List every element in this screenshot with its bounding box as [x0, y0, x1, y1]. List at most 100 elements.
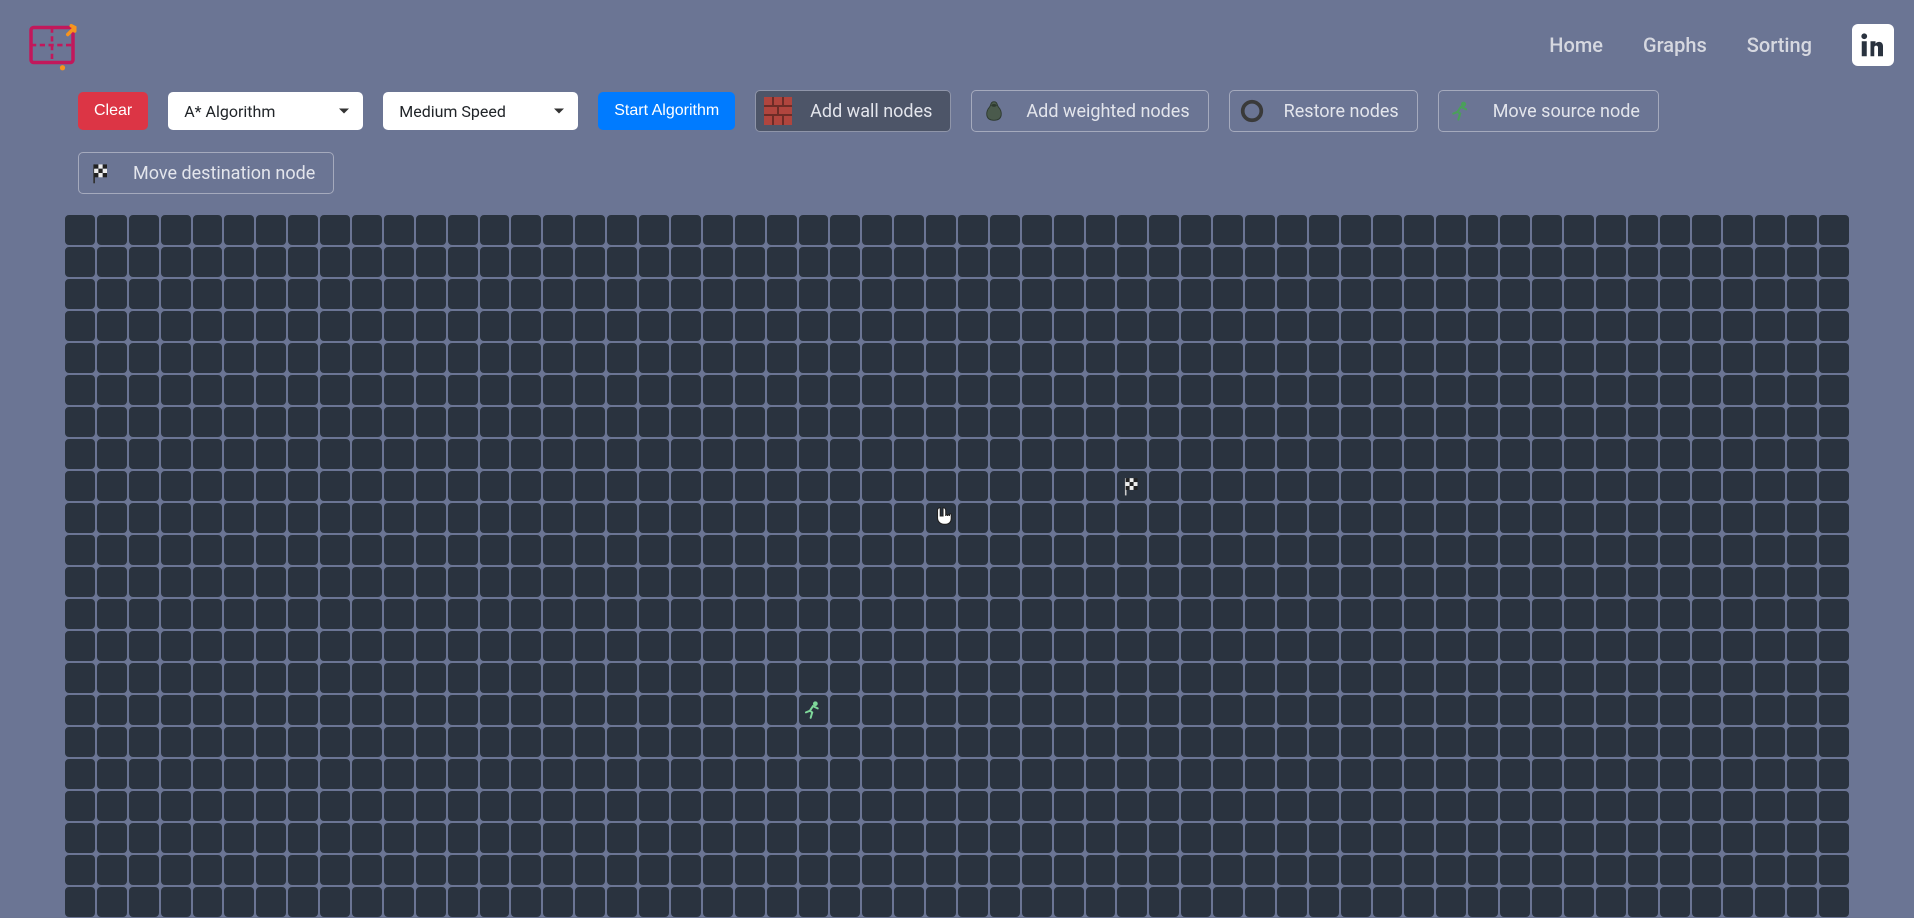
grid-cell[interactable] — [893, 214, 925, 246]
grid-cell[interactable] — [1212, 470, 1244, 502]
grid-cell[interactable] — [1116, 694, 1148, 726]
grid-cell[interactable] — [1818, 854, 1850, 886]
grid-cell[interactable] — [447, 470, 479, 502]
grid-cell[interactable] — [96, 630, 128, 662]
grid-cell[interactable] — [1053, 310, 1085, 342]
grid-cell[interactable] — [1818, 342, 1850, 374]
grid-cell[interactable] — [1244, 566, 1276, 598]
grid-cell[interactable] — [957, 598, 989, 630]
grid-cell[interactable] — [510, 310, 542, 342]
grid-cell[interactable] — [829, 406, 861, 438]
grid-cell[interactable] — [1372, 342, 1404, 374]
grid-cell[interactable] — [96, 598, 128, 630]
grid-cell[interactable] — [734, 534, 766, 566]
grid-cell[interactable] — [383, 630, 415, 662]
grid-cell[interactable] — [1403, 662, 1435, 694]
grid-cell[interactable] — [255, 278, 287, 310]
grid-cell[interactable] — [1435, 630, 1467, 662]
grid-cell[interactable] — [351, 598, 383, 630]
grid-cell[interactable] — [893, 822, 925, 854]
grid-cell[interactable] — [1531, 854, 1563, 886]
grid-cell[interactable] — [957, 822, 989, 854]
grid-cell[interactable] — [957, 502, 989, 534]
grid-cell[interactable] — [1499, 822, 1531, 854]
grid-cell[interactable] — [734, 342, 766, 374]
grid-cell[interactable] — [574, 278, 606, 310]
grid-cell[interactable] — [1818, 694, 1850, 726]
grid-cell[interactable] — [1659, 854, 1691, 886]
grid-cell[interactable] — [574, 438, 606, 470]
grid-cell[interactable] — [989, 822, 1021, 854]
grid-cell[interactable] — [766, 246, 798, 278]
grid-cell[interactable] — [829, 662, 861, 694]
grid-cell[interactable] — [1595, 214, 1627, 246]
grid-cell[interactable] — [1085, 630, 1117, 662]
grid-cell[interactable] — [1754, 374, 1786, 406]
grid-cell[interactable] — [255, 598, 287, 630]
grid-cell[interactable] — [1308, 470, 1340, 502]
grid-cell[interactable] — [1180, 342, 1212, 374]
grid-cell[interactable] — [1244, 886, 1276, 918]
grid-cell[interactable] — [1340, 854, 1372, 886]
grid-cell[interactable] — [192, 470, 224, 502]
grid-cell[interactable] — [861, 630, 893, 662]
grid-cell[interactable] — [957, 406, 989, 438]
grid-cell[interactable] — [766, 374, 798, 406]
grid-cell[interactable] — [223, 662, 255, 694]
grid-cell[interactable] — [989, 438, 1021, 470]
grid-cell[interactable] — [1180, 758, 1212, 790]
grid-cell[interactable] — [1021, 854, 1053, 886]
grid-cell[interactable] — [1786, 662, 1818, 694]
grid-cell[interactable] — [351, 534, 383, 566]
grid-cell[interactable] — [925, 662, 957, 694]
grid-cell[interactable] — [670, 438, 702, 470]
grid-cell[interactable] — [1531, 502, 1563, 534]
grid-cell[interactable] — [1627, 694, 1659, 726]
grid-cell[interactable] — [415, 790, 447, 822]
grid-cell[interactable] — [415, 406, 447, 438]
grid-cell[interactable] — [1372, 566, 1404, 598]
grid-cell[interactable] — [510, 438, 542, 470]
grid-cell[interactable] — [606, 406, 638, 438]
grid-cell[interactable] — [1595, 310, 1627, 342]
grid-cell[interactable] — [1595, 502, 1627, 534]
grid-cell[interactable] — [542, 758, 574, 790]
grid-cell[interactable] — [766, 726, 798, 758]
grid-cell[interactable] — [925, 278, 957, 310]
grid-cell[interactable] — [96, 694, 128, 726]
grid-cell[interactable] — [223, 438, 255, 470]
grid-cell[interactable] — [1786, 854, 1818, 886]
grid-cell[interactable] — [1276, 438, 1308, 470]
grid-cell[interactable] — [1212, 534, 1244, 566]
grid-cell[interactable] — [893, 566, 925, 598]
grid-cell[interactable] — [160, 534, 192, 566]
grid-cell[interactable] — [1435, 598, 1467, 630]
grid-cell[interactable] — [1627, 886, 1659, 918]
grid-cell[interactable] — [287, 854, 319, 886]
grid-cell[interactable] — [1244, 598, 1276, 630]
grid-cell[interactable] — [160, 470, 192, 502]
grid-cell[interactable] — [829, 790, 861, 822]
grid-cell[interactable] — [1722, 470, 1754, 502]
grid-cell[interactable] — [1563, 502, 1595, 534]
grid-cell[interactable] — [989, 406, 1021, 438]
grid-cell[interactable] — [1212, 342, 1244, 374]
nav-graphs[interactable]: Graphs — [1643, 33, 1707, 57]
grid-cell[interactable] — [1595, 598, 1627, 630]
grid-cell[interactable] — [319, 502, 351, 534]
grid-cell[interactable] — [606, 598, 638, 630]
grid-cell[interactable] — [255, 502, 287, 534]
grid-cell[interactable] — [702, 726, 734, 758]
grid-cell[interactable] — [638, 790, 670, 822]
grid-cell[interactable] — [479, 438, 511, 470]
grid-cell[interactable] — [1754, 214, 1786, 246]
grid-cell[interactable] — [1148, 662, 1180, 694]
grid-cell[interactable] — [128, 822, 160, 854]
grid-cell[interactable] — [574, 470, 606, 502]
grid-cell[interactable] — [1308, 374, 1340, 406]
grid-cell[interactable] — [638, 694, 670, 726]
grid-cell[interactable] — [223, 694, 255, 726]
grid-cell[interactable] — [1786, 502, 1818, 534]
grid-cell[interactable] — [223, 470, 255, 502]
grid-cell[interactable] — [638, 598, 670, 630]
